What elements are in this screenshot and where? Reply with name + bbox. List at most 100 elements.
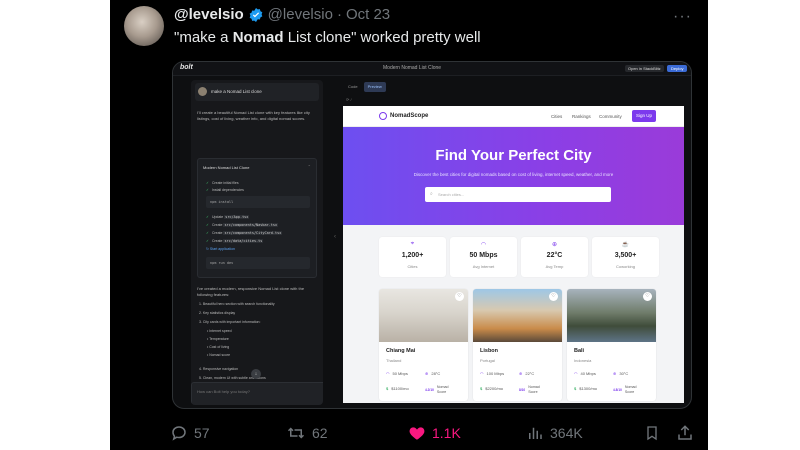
hero-title: Find Your Perfect City xyxy=(435,147,592,164)
nav-rankings[interactable]: Rankings xyxy=(572,114,591,119)
step-code: src/App.tsx xyxy=(224,215,250,219)
stat-value: 22°C xyxy=(546,252,563,259)
bookmark-icon xyxy=(647,426,657,441)
views-count: 364K xyxy=(550,425,583,441)
dollar-icon: $ xyxy=(574,386,577,391)
city-name: Chiang Mai xyxy=(386,348,416,354)
app-brand: bolt xyxy=(180,64,193,71)
step-item: ✓ Create src/data/cities.ts xyxy=(206,239,264,243)
tweet: @levelsio @levelsio · Oct 23 ··· "make a… xyxy=(110,0,708,450)
feature-item: 2. Key statistics display xyxy=(199,311,236,315)
internet-speed: ◠ 40 Mbps xyxy=(574,371,596,376)
city-country: Indonesia xyxy=(574,358,592,363)
reply-icon xyxy=(172,426,186,441)
views-chart-icon xyxy=(529,427,542,439)
temperature: ⊕ 22°C xyxy=(519,371,534,376)
step-code: src/components/Navbar.tsx xyxy=(223,223,279,227)
check-icon: ✓ xyxy=(206,231,209,235)
tweet-media-screenshot[interactable]: bolt Modern Nomad List Clone Open in Sta… xyxy=(172,61,692,409)
scroll-down-button[interactable]: ↓ xyxy=(251,369,261,379)
feature-subitem: • Internet speed xyxy=(207,329,232,333)
step-label: Start application xyxy=(209,247,236,251)
cost-value: $1300/mo xyxy=(579,386,598,391)
thermometer-icon: ⊕ xyxy=(425,371,429,376)
separator: · xyxy=(336,6,342,23)
repost-count: 62 xyxy=(312,425,328,441)
like-button[interactable]: 1.1K xyxy=(408,424,461,442)
step-label: Create xyxy=(211,239,223,243)
heart-filled-icon xyxy=(409,427,425,440)
internet-value: 100 Mbps xyxy=(486,371,505,376)
stat-card-temp: ⊕ 22°C Avg Temp xyxy=(521,237,588,277)
cost-value: $1100/mo xyxy=(391,386,409,391)
share-button[interactable] xyxy=(676,424,694,442)
step-item: ✓ Install dependencies xyxy=(206,188,244,192)
chat-panel: make a Nomad List clone I'll create a be… xyxy=(191,80,323,405)
nav-community[interactable]: Community xyxy=(599,114,622,119)
tweet-text-bold: Nomad xyxy=(232,29,284,46)
reply-button[interactable]: 57 xyxy=(170,424,210,442)
views-button[interactable]: 364K xyxy=(526,424,583,442)
internet-value: 40 Mbps xyxy=(580,371,596,376)
preview-url[interactable]: ⟳ / xyxy=(346,97,352,102)
city-search-input[interactable]: ⌕ Search cities... xyxy=(425,187,611,202)
user-avatar xyxy=(198,87,207,96)
wifi-icon: ◠ xyxy=(574,371,578,376)
internet-speed: ◠ 50 Mbps xyxy=(386,371,408,376)
wifi-icon: ◠ xyxy=(386,371,390,376)
stat-label: Coworking xyxy=(616,264,635,269)
repost-button[interactable]: 62 xyxy=(286,424,328,442)
signup-button[interactable]: Sign Up xyxy=(632,110,656,122)
cost-of-living: $ $1300/mo xyxy=(574,386,597,391)
thermometer-icon: ⊕ xyxy=(551,242,558,248)
nomad-score: 8/10Nomad Score xyxy=(519,385,540,394)
check-icon: ✓ xyxy=(206,188,209,192)
search-placeholder: Search cities... xyxy=(438,192,465,197)
deploy-button[interactable]: Deploy xyxy=(667,65,688,72)
feature-item: 1. Beautiful hero section with search fu… xyxy=(199,302,275,306)
display-name[interactable]: @levelsio xyxy=(174,6,244,23)
step-item: ✓ Update src/App.tsx xyxy=(206,215,250,219)
city-name: Bali xyxy=(574,348,585,354)
user-message: make a Nomad List clone xyxy=(195,83,319,101)
share-icon xyxy=(678,425,692,440)
tab-code[interactable]: Code xyxy=(344,82,362,92)
reply-count: 57 xyxy=(194,425,210,441)
heart-icon[interactable]: ♡ xyxy=(549,292,558,301)
thermometer-icon: ⊕ xyxy=(519,371,523,376)
step-label: Create xyxy=(211,223,223,227)
feature-subitem: • Temperature xyxy=(207,337,229,341)
tab-preview[interactable]: Preview xyxy=(363,82,386,92)
tweet-text-part: List clone" worked pretty well xyxy=(283,29,481,46)
chevron-left-icon[interactable]: ‹ xyxy=(334,234,336,240)
heart-icon[interactable]: ♡ xyxy=(455,292,464,301)
chat-input[interactable]: How can Bolt help you today? ⊘ ✎ xyxy=(191,382,323,405)
city-card-lisbon[interactable]: ♡ Lisbon Portugal ◠ 100 Mbps ⊕ 22°C $ $2200… xyxy=(473,289,562,401)
more-options-icon[interactable]: ··· xyxy=(673,8,692,26)
heart-icon[interactable]: ♡ xyxy=(643,292,652,301)
step-code: src/components/CityCard.tsx xyxy=(223,231,283,235)
score-label: Score xyxy=(624,389,635,394)
artifact-panel[interactable]: Modern Nomad List Clone ⌃ ✓ Create initia… xyxy=(197,158,317,278)
handle[interactable]: @levelsio xyxy=(268,6,333,23)
step-item: ✓ Create initial files xyxy=(206,181,239,185)
chevron-up-icon[interactable]: ⌃ xyxy=(308,164,311,169)
hero-subtitle: Discover the best cities for digital nom… xyxy=(413,172,614,177)
timestamp[interactable]: Oct 23 xyxy=(346,6,390,23)
city-card-bali[interactable]: ♡ Bali Indonesia ◠ 40 Mbps ⊕ 30°C $ $1300/m… xyxy=(567,289,656,401)
cost-of-living: $ $2200/mo xyxy=(480,386,503,391)
site-name[interactable]: NomadScope xyxy=(390,113,428,119)
temperature: ⊕ 28°C xyxy=(425,371,440,376)
score-value: 8/10 xyxy=(519,387,526,392)
nav-cities[interactable]: Cities xyxy=(551,114,562,119)
wifi-icon: ◠ xyxy=(480,242,487,248)
site-logo-icon[interactable] xyxy=(379,112,387,120)
bookmark-button[interactable] xyxy=(644,424,660,442)
city-card-chiang-mai[interactable]: ♡ Chiang Mai Thailand ◠ 50 Mbps ⊕ 28°C $ $1… xyxy=(379,289,468,401)
stat-card-coworking: ☕ 3,500+ Coworking xyxy=(592,237,659,277)
open-stackblitz-button[interactable]: Open in StackBlitz xyxy=(625,65,664,72)
avatar[interactable] xyxy=(124,6,164,46)
preview-tabs: Code Preview xyxy=(344,82,386,92)
command-block: npm install xyxy=(206,196,310,208)
step-label: Create initial files xyxy=(211,181,239,185)
